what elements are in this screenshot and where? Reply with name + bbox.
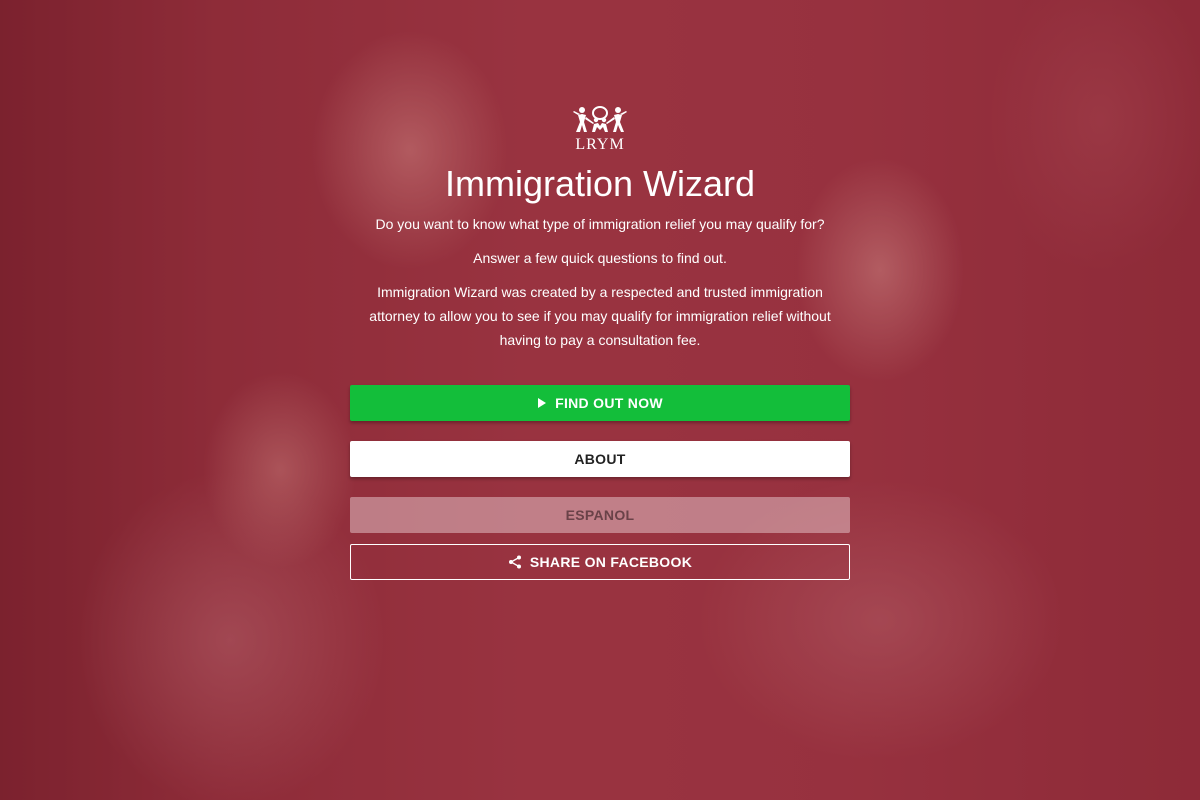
family-figures-icon [573,106,627,132]
share-on-facebook-label: SHARE ON FACEBOOK [529,554,693,570]
intro-description: Immigration Wizard was created by a resp… [369,284,831,348]
intro-cta-text: Answer a few quick questions to find out… [473,250,727,266]
about-label: ABOUT [574,451,626,467]
find-out-now-button[interactable]: FIND OUT NOW [350,385,850,421]
main-content: LRYM Immigration Wizard Do you want to k… [0,0,1200,580]
share-on-facebook-button[interactable]: SHARE ON FACEBOOK [350,544,850,580]
play-icon [537,398,547,408]
logo: LRYM [570,104,630,154]
page-title: Immigration Wizard [444,163,756,204]
button-group: FIND OUT NOW ABOUT ESPANOL SHARE ON FACE… [350,385,850,580]
logo-text: LRYM [575,136,625,153]
find-out-now-label: FIND OUT NOW [555,395,663,411]
share-icon [508,555,522,569]
about-button[interactable]: ABOUT [350,441,850,477]
intro-question: Do you want to know what type of immigra… [375,216,825,232]
espanol-label: ESPANOL [565,507,635,523]
espanol-button[interactable]: ESPANOL [350,497,850,533]
